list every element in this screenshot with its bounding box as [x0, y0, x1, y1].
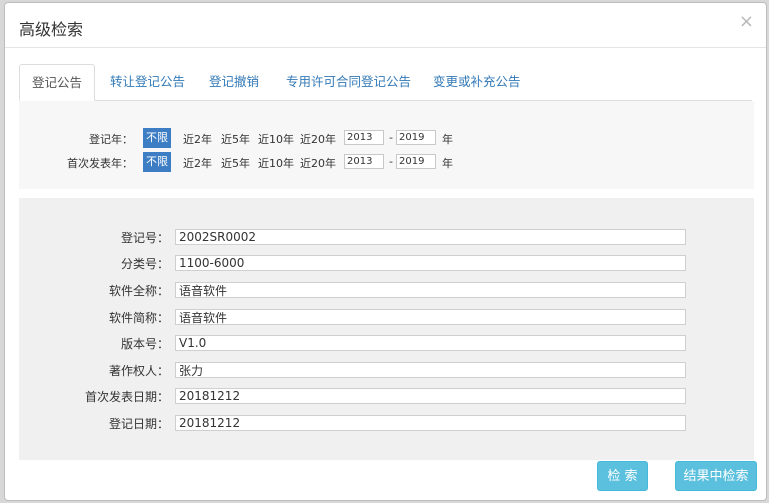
form-row-version-number: 版本号：: [19, 335, 754, 351]
registration-year-from-input[interactable]: [344, 130, 384, 145]
first-publish-year-row: 首次发表年： 不限 近2年 近5年 近10年 近20年 - 年: [19, 152, 754, 172]
registration-date-label: 登记日期：: [108, 417, 169, 431]
form-row-software-full-name: 软件全称：: [19, 282, 754, 298]
form-row-software-short-name: 软件简称：: [19, 309, 754, 325]
registration-year-option-2y[interactable]: 近2年: [183, 131, 212, 147]
registration-date-input[interactable]: [175, 415, 686, 431]
tab-revocation[interactable]: 登记撤销: [209, 64, 259, 99]
search-form-panel: 登记号： 分类号： 软件全称： 软件简称： 版本号： 著作权人： 首次发表日期：: [19, 198, 754, 460]
tab-registration-notice[interactable]: 登记公告: [19, 64, 95, 101]
tab-change-notice[interactable]: 变更或补充公告: [433, 64, 521, 99]
first-publish-year-to-input[interactable]: [396, 154, 436, 169]
first-publish-year-from-input[interactable]: [344, 154, 384, 169]
year-filter-panel: 登记年： 不限 近2年 近5年 近10年 近20年 - 年 首次发表年： 不限 …: [19, 101, 754, 189]
form-row-registration-date: 登记日期：: [19, 415, 754, 431]
first-publish-year-unit: 年: [442, 157, 453, 170]
software-full-name-label: 软件全称：: [108, 284, 169, 298]
tab-transfer-notice[interactable]: 转让登记公告: [110, 64, 185, 99]
classification-number-input[interactable]: [175, 255, 686, 271]
registration-year-option-10y[interactable]: 近10年: [258, 131, 294, 147]
registration-year-option-5y[interactable]: 近5年: [221, 131, 250, 147]
software-short-name-input[interactable]: [175, 309, 686, 325]
first-publish-year-separator: -: [389, 155, 393, 168]
copyright-owner-input[interactable]: [175, 362, 686, 378]
classification-number-label: 分类号：: [120, 257, 169, 271]
registration-number-input[interactable]: [175, 229, 686, 245]
form-row-classification-number: 分类号：: [19, 255, 754, 271]
registration-year-to-input[interactable]: [396, 130, 436, 145]
first-publish-year-option-any[interactable]: 不限: [143, 152, 171, 172]
form-row-first-publish-date: 首次发表日期：: [19, 388, 754, 404]
registration-year-label: 登记年：: [89, 133, 133, 146]
registration-year-option-any[interactable]: 不限: [143, 128, 171, 148]
first-publish-year-option-2y[interactable]: 近2年: [183, 155, 212, 171]
close-icon[interactable]: ×: [739, 13, 754, 31]
first-publish-year-option-5y[interactable]: 近5年: [221, 155, 250, 171]
copyright-owner-label: 著作权人：: [108, 364, 169, 378]
first-publish-date-input[interactable]: [175, 388, 686, 404]
version-number-input[interactable]: [175, 335, 686, 351]
registration-year-unit: 年: [442, 133, 453, 146]
registration-number-label: 登记号：: [120, 231, 169, 245]
first-publish-year-label: 首次发表年：: [67, 157, 133, 170]
registration-year-option-20y[interactable]: 近20年: [300, 131, 336, 147]
tab-license-contract-notice[interactable]: 专用许可合同登记公告: [286, 64, 411, 99]
first-publish-year-option-20y[interactable]: 近20年: [300, 155, 336, 171]
first-publish-date-label: 首次发表日期：: [84, 390, 169, 404]
search-button[interactable]: 检 索: [597, 461, 648, 491]
tab-bar: 登记公告 转让登记公告 登记撤销 专用许可合同登记公告 变更或补充公告: [19, 64, 752, 101]
software-full-name-input[interactable]: [175, 282, 686, 298]
advanced-search-dialog: 高级检索 × 登记公告 转让登记公告 登记撤销 专用许可合同登记公告 变更或补充…: [4, 2, 767, 501]
dialog-header: 高级检索 ×: [5, 3, 766, 48]
registration-year-row: 登记年： 不限 近2年 近5年 近10年 近20年 - 年: [19, 128, 754, 148]
software-short-name-label: 软件简称：: [108, 311, 169, 325]
search-in-results-button[interactable]: 结果中检索: [675, 461, 757, 491]
registration-year-separator: -: [389, 131, 393, 144]
version-number-label: 版本号：: [120, 337, 169, 351]
first-publish-year-option-10y[interactable]: 近10年: [258, 155, 294, 171]
form-row-copyright-owner: 著作权人：: [19, 362, 754, 378]
form-row-registration-number: 登记号：: [19, 229, 754, 245]
dialog-title: 高级检索: [19, 20, 84, 39]
